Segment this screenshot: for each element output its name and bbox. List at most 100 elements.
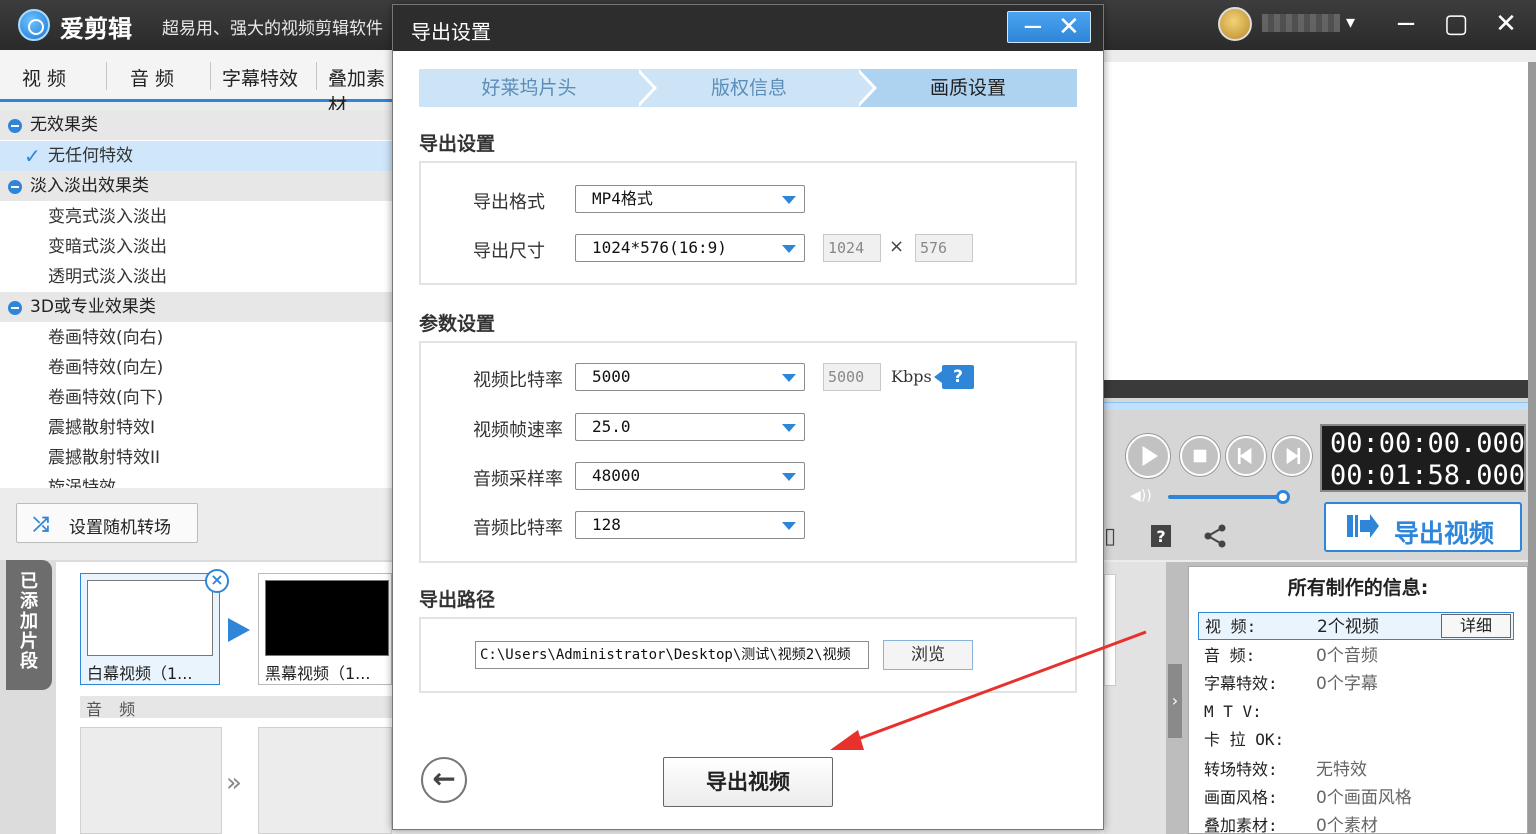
collapse-icon[interactable]	[8, 119, 22, 133]
audio-bitrate-select[interactable]: 128	[575, 511, 805, 539]
clip-thumbnail	[265, 580, 389, 656]
chevron-down-icon	[782, 196, 796, 204]
next-frame-button[interactable]	[1272, 436, 1312, 476]
check-icon: ✓	[24, 144, 41, 168]
effect-item-selected[interactable]: ✓ 无任何特效	[0, 141, 392, 171]
app-slogan: 超易用、强大的视频剪辑软件	[162, 19, 383, 39]
play-button[interactable]	[1126, 434, 1170, 478]
size-select[interactable]: 1024*576(16:9)	[575, 234, 805, 262]
tab-video[interactable]: 视 频	[22, 64, 66, 91]
previous-frame-button[interactable]	[1226, 436, 1266, 476]
stop-icon	[1193, 449, 1207, 463]
info-key: 转场特效:	[1204, 760, 1278, 779]
effect-item[interactable]: 旋涡特效	[0, 473, 392, 488]
height-field[interactable]: 576	[915, 234, 973, 262]
detail-button[interactable]: 详细	[1441, 614, 1511, 638]
browse-button[interactable]: 浏览	[883, 640, 973, 670]
info-value: 0个画面风格	[1316, 788, 1412, 808]
audio-slot[interactable]	[258, 727, 392, 834]
window-maximize-button[interactable]: ▢	[1436, 6, 1476, 42]
kbps-unit: Kbps	[891, 367, 932, 386]
save-icon[interactable]: ▯	[1104, 524, 1126, 550]
samplerate-select[interactable]: 48000	[575, 462, 805, 490]
size-value: 1024*576(16:9)	[592, 238, 727, 257]
info-row-overlay: 叠加素材: 0个素材	[1198, 812, 1514, 834]
step-quality-settings[interactable]: 画质设置	[859, 69, 1077, 107]
format-select[interactable]: MP4格式	[575, 185, 805, 213]
effect-group-header[interactable]: 3D或专业效果类	[0, 292, 392, 322]
effect-item[interactable]: 震撼散射特效II	[0, 443, 392, 473]
dialog-minimize-icon[interactable]: −	[1022, 12, 1044, 42]
added-clips-text: 已添加片段	[20, 571, 38, 672]
window-close-button[interactable]: ✕	[1486, 6, 1526, 42]
tab-audio[interactable]: 音 频	[130, 64, 174, 91]
step-copyright-info[interactable]: 版权信息	[639, 69, 859, 107]
volume-slider-knob[interactable]	[1276, 490, 1290, 504]
video-bitrate-field[interactable]: 5000	[823, 363, 881, 391]
back-button[interactable]: ←	[421, 757, 467, 803]
clip-card[interactable]: 黑幕视频（1...	[258, 573, 392, 685]
info-key: 字幕特效:	[1204, 674, 1278, 693]
chevron-down-icon	[782, 245, 796, 253]
audio-slot[interactable]	[80, 727, 222, 834]
share-icon[interactable]	[1204, 524, 1226, 550]
effect-group-header[interactable]: 淡入淡出效果类	[0, 171, 392, 201]
expand-panel-button[interactable]: ›	[1168, 664, 1182, 738]
info-row-style: 画面风格: 0个画面风格	[1198, 784, 1514, 812]
user-menu-caret-icon[interactable]: ▾	[1346, 12, 1355, 33]
export-video-button[interactable]: 导出视频	[663, 757, 833, 807]
remove-clip-icon[interactable]: ×	[205, 569, 229, 593]
dialog-title: 导出设置	[411, 20, 491, 44]
format-value: MP4格式	[592, 189, 653, 208]
share-nodes-icon	[1204, 524, 1226, 548]
window-minimize-button[interactable]: −	[1386, 6, 1426, 42]
main-export-video-button[interactable]: 导出视频	[1324, 502, 1522, 552]
user-name-blurred[interactable]	[1262, 14, 1340, 32]
help-square-icon: ?	[1151, 525, 1171, 547]
effect-item[interactable]: 透明式淡入淡出	[0, 262, 392, 292]
clip-card[interactable]: 白幕视频（1...	[80, 573, 220, 685]
export-icon	[1347, 514, 1379, 538]
width-field[interactable]: 1024	[823, 234, 881, 262]
seek-bar[interactable]	[1104, 402, 1528, 410]
volume-icon[interactable]: ◀))	[1130, 488, 1152, 504]
bitrate-help-button[interactable]: ?	[934, 365, 974, 389]
dialog-close-icon[interactable]: ✕	[1058, 12, 1080, 42]
effect-item[interactable]: 卷画特效(向左)	[0, 353, 392, 383]
preview-divider	[1104, 380, 1536, 398]
audio-bitrate-value: 128	[592, 515, 621, 534]
effect-item-label: 无任何特效	[48, 146, 133, 166]
chevron-down-icon	[782, 522, 796, 530]
previous-frame-icon	[1237, 447, 1252, 465]
export-path-input[interactable]: C:\Users\Administrator\Desktop\测试\视频2\视频	[475, 641, 869, 669]
tab-divider	[316, 62, 317, 90]
effect-item[interactable]: 卷画特效(向下)	[0, 383, 392, 413]
collapse-icon[interactable]	[8, 180, 22, 194]
times-sign: ×	[889, 236, 905, 257]
random-transition-button[interactable]: ⤮ 设置随机转场	[16, 503, 198, 543]
size-label: 导出尺寸	[473, 241, 545, 262]
video-bitrate-select[interactable]: 5000	[575, 363, 805, 391]
effect-item[interactable]: 卷画特效(向右)	[0, 323, 392, 353]
video-bitrate-value: 5000	[592, 367, 631, 386]
stop-button[interactable]	[1180, 436, 1220, 476]
samplerate-label: 音频采样率	[473, 469, 563, 490]
info-key: 叠加素材:	[1204, 816, 1278, 834]
effect-item[interactable]: 变亮式淡入淡出	[0, 202, 392, 232]
step-separator	[855, 69, 873, 107]
info-panel-title: 所有制作的信息:	[1287, 577, 1429, 599]
step-hollywood-intro[interactable]: 好莱坞片头	[419, 69, 639, 107]
framerate-select[interactable]: 25.0	[575, 413, 805, 441]
audio-track-label: 音 频	[80, 696, 392, 719]
user-avatar[interactable]	[1218, 7, 1252, 41]
info-key: M T V:	[1204, 702, 1262, 721]
volume-slider[interactable]	[1168, 495, 1280, 499]
effect-item[interactable]: 变暗式淡入淡出	[0, 232, 392, 262]
collapse-icon[interactable]	[8, 301, 22, 315]
help-icon[interactable]: ?	[1150, 524, 1172, 550]
tab-subtitle-effects[interactable]: 字幕特效	[222, 64, 298, 91]
info-value: 2个视频	[1317, 617, 1379, 637]
effect-group-title: 3D或专业效果类	[30, 297, 156, 317]
effect-item[interactable]: 震撼散射特效I	[0, 413, 392, 443]
effect-group-header[interactable]: 无效果类	[0, 110, 392, 140]
